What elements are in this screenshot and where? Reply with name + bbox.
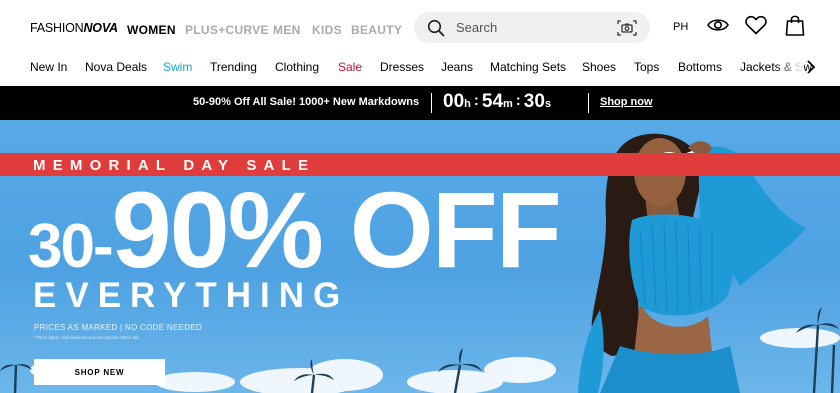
country-selector[interactable]: PH (673, 21, 688, 33)
dept-men[interactable]: MEN (273, 23, 301, 37)
headline-part2: 90% OFF (111, 169, 562, 290)
eye-icon[interactable] (707, 17, 729, 33)
nav-matching-sets[interactable]: Matching Sets (490, 60, 566, 74)
timer-seconds-unit: s (544, 98, 552, 110)
timer-hours: 00 (443, 91, 465, 112)
dept-beauty[interactable]: BEAUTY (351, 23, 402, 37)
dept-kids[interactable]: KIDS (312, 23, 342, 37)
nav-trending[interactable]: Trending (210, 60, 257, 74)
nav-shoes[interactable]: Shoes (582, 60, 616, 74)
hero-fine-print: *T&Cs apply. Visit fashionnova.com promo… (34, 335, 141, 340)
nav-clothing[interactable]: Clothing (275, 60, 319, 74)
search-input[interactable] (456, 18, 606, 37)
timer-minutes: 54 (481, 91, 504, 112)
nav-swim[interactable]: Swim (163, 60, 192, 74)
search-icon[interactable] (427, 19, 445, 37)
shopping-bag-icon[interactable] (785, 14, 805, 36)
site-header: FASHIONNOVA WOMEN PLUS+CURVE MEN KIDS BE… (0, 0, 840, 55)
nav-jeans[interactable]: Jeans (441, 60, 473, 74)
hero-note: PRICES AS MARKED | NO CODE NEEDED (34, 323, 203, 332)
timer-separator: : (515, 92, 521, 109)
hero-headline: 30-90% OFF (28, 176, 562, 284)
heart-icon[interactable] (745, 15, 767, 35)
divider (431, 93, 432, 113)
hero-subheadline: EVERYTHING (33, 276, 350, 315)
dept-women[interactable]: WOMEN (127, 23, 176, 37)
countdown-timer: 00h:54m:30s (443, 91, 551, 113)
hero-banner[interactable]: MEMORIAL DAY SALE 30-90% OFF EVERYTHING … (0, 120, 840, 393)
timer-hours-unit: h (464, 98, 471, 110)
shop-now-link[interactable]: Shop now (600, 96, 653, 108)
nav-fade (776, 58, 804, 80)
timer-separator: : (473, 92, 479, 109)
headline-part1: 30- (28, 212, 114, 281)
divider (588, 93, 589, 113)
timer-seconds: 30 (523, 91, 545, 112)
dept-plus-curve[interactable]: PLUS+CURVE (185, 23, 269, 37)
fashion-nova-logo[interactable]: FASHIONNOVA (30, 21, 118, 35)
nav-dresses[interactable]: Dresses (380, 60, 424, 74)
camera-search-icon[interactable] (617, 19, 637, 37)
nav-tops[interactable]: Tops (634, 60, 659, 74)
nav-nova-deals[interactable]: Nova Deals (85, 60, 147, 74)
category-nav: New In Nova Deals Swim Trending Clothing… (0, 55, 840, 86)
shop-new-button[interactable]: SHOP NEW (34, 359, 165, 385)
nav-bottoms[interactable]: Bottoms (678, 60, 722, 74)
nav-new-in[interactable]: New In (30, 60, 67, 74)
nav-sale[interactable]: Sale (338, 60, 362, 74)
timer-minutes-unit: m (503, 98, 513, 110)
promo-text: 50-90% Off All Sale! 1000+ New Markdowns (193, 96, 420, 108)
search-bar[interactable] (414, 12, 650, 43)
promo-banner: 50-90% Off All Sale! 1000+ New Markdowns… (0, 86, 840, 120)
chevron-right-icon[interactable] (803, 59, 819, 75)
